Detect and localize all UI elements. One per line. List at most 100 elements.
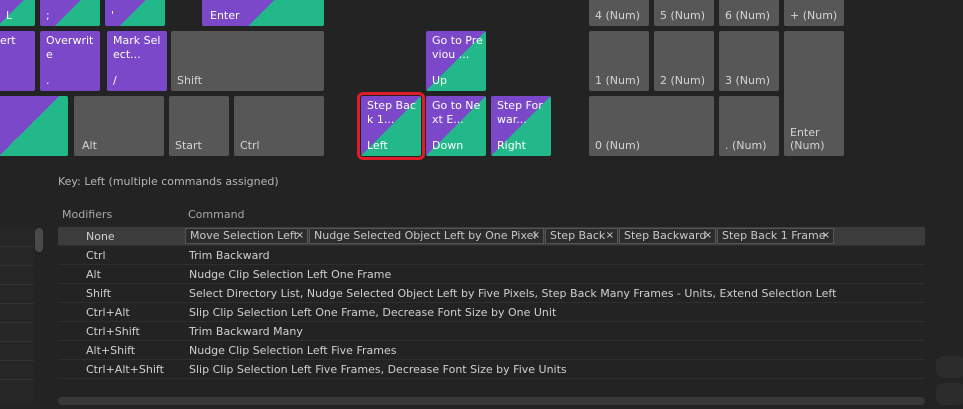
table-row[interactable]: Ctrl+Alt+Shift Slip Clip Selection Left F…	[58, 360, 925, 379]
horizontal-scrollbar[interactable]	[58, 397, 925, 405]
key-command: Step Forwar...	[497, 99, 543, 126]
key-start[interactable]: Start	[169, 96, 229, 156]
key-label: Shift	[177, 74, 203, 87]
command-chip[interactable]: Move Selection Left ×	[185, 228, 308, 244]
table-row[interactable]: Alt+Shift Nudge Clip Selection Left Five …	[58, 341, 925, 360]
modifier-cell: Alt+Shift	[86, 344, 136, 357]
key-label: L	[6, 9, 13, 22]
modifier-cell: Ctrl+Alt	[86, 306, 130, 319]
command-cell: Slip Clip Selection Left Five Frames, De…	[189, 363, 567, 376]
chip-label: Move Selection Left	[190, 229, 298, 242]
key-label: Left	[367, 139, 388, 152]
modifier-cell: Alt	[86, 268, 101, 281]
key-command: Overwrite	[46, 34, 94, 61]
key-command: Go to Previou ...	[432, 34, 483, 61]
key-semicolon[interactable]: ;	[40, 0, 100, 26]
key-label: '	[111, 9, 115, 22]
command-chip[interactable]: Step Backward ×	[619, 228, 716, 244]
chip-label: Step Back 1 Frame	[722, 229, 826, 242]
modifier-cell: Ctrl+Alt+Shift	[86, 363, 164, 376]
key-label: .	[46, 74, 50, 87]
key-alt[interactable]: Alt	[74, 96, 164, 156]
key-label: 4 (Num)	[595, 9, 640, 22]
key-info-label: Key: Left (multiple commands assigned)	[58, 175, 279, 188]
key-up[interactable]: Go to Previou ... Up	[426, 31, 486, 91]
key-m-partial[interactable]: ert	[0, 31, 35, 91]
side-button[interactable]	[936, 383, 963, 405]
key-command: ert	[0, 34, 16, 47]
command-chip[interactable]: Step Back 1 Frame ×	[717, 228, 834, 244]
side-button[interactable]	[936, 356, 963, 378]
modifier-cell: Shift	[86, 287, 112, 300]
key-num4[interactable]: 4 (Num)	[589, 0, 649, 26]
key-numplus[interactable]: + (Num)	[784, 0, 844, 26]
key-label: 3 (Num)	[725, 74, 770, 87]
key-enter[interactable]: Enter	[202, 0, 324, 26]
key-label: + (Num)	[790, 9, 838, 22]
command-cell: Slip Clip Selection Left One Frame, Decr…	[189, 306, 557, 319]
remove-chip-icon[interactable]: ×	[296, 229, 304, 243]
key-num6[interactable]: 6 (Num)	[719, 0, 779, 26]
modifier-cell: Ctrl+Shift	[86, 325, 140, 338]
remove-chip-icon[interactable]: ×	[704, 229, 712, 243]
command-cell: Trim Backward	[189, 249, 270, 262]
remove-chip-icon[interactable]: ×	[532, 229, 540, 243]
key-right[interactable]: Step Forwar... Right	[491, 96, 551, 156]
key-label: Up	[432, 74, 448, 87]
key-numdot[interactable]: . (Num)	[719, 96, 779, 156]
key-label: 0 (Num)	[595, 139, 640, 152]
remove-chip-icon[interactable]: ×	[822, 229, 830, 243]
command-chip[interactable]: Step Back ×	[545, 228, 618, 244]
key-num5[interactable]: 5 (Num)	[654, 0, 714, 26]
key-left[interactable]: Step Back 1... Left	[357, 92, 425, 160]
header-modifiers[interactable]: Modifiers	[62, 208, 112, 221]
table-row[interactable]: Alt Nudge Clip Selection Left One Frame	[58, 265, 925, 284]
key-label: Ctrl	[240, 139, 260, 152]
command-chip[interactable]: Nudge Selected Object Left by One Pixel ×	[309, 228, 544, 244]
key-label: ;	[46, 9, 50, 22]
key-label: 5 (Num)	[660, 9, 705, 22]
table-row[interactable]: Ctrl+Shift Trim Backward Many	[58, 322, 925, 341]
modifier-cell: None	[86, 230, 115, 243]
command-cell: Nudge Clip Selection Left One Frame	[189, 268, 392, 281]
key-label: 1 (Num)	[595, 74, 640, 87]
key-comma[interactable]: Overwrite.	[40, 31, 100, 91]
key-num2[interactable]: 2 (Num)	[654, 31, 714, 91]
key-numenter[interactable]: Enter (Num)	[784, 31, 844, 156]
command-cell: Trim Backward Many	[189, 325, 303, 338]
table-row[interactable]: Ctrl+Alt Slip Clip Selection Left One Fra…	[58, 303, 925, 322]
table-row[interactable]: Shift Select Directory List, Nudge Select…	[58, 284, 925, 303]
key-command: Mark Select...	[113, 34, 161, 61]
key-label: Alt	[82, 139, 97, 152]
key-shift-right[interactable]: Shift	[171, 31, 324, 91]
remove-chip-icon[interactable]: ×	[606, 229, 614, 243]
key-apostrophe[interactable]: '	[105, 0, 165, 26]
table-row[interactable]: Ctrl Trim Backward	[58, 246, 925, 265]
key-label: Start	[175, 139, 202, 152]
key-label: Right	[497, 139, 526, 152]
key-num1[interactable]: 1 (Num)	[589, 31, 649, 91]
vertical-scrollbar[interactable]	[35, 228, 43, 252]
key-label: 6 (Num)	[725, 9, 770, 22]
key-command: Step Back 1...	[367, 99, 416, 126]
key-label: 2 (Num)	[660, 74, 705, 87]
key-label: /	[113, 74, 117, 87]
chip-label: Step Back	[550, 229, 606, 242]
modifier-cell: Ctrl	[86, 249, 106, 262]
command-cell: Nudge Clip Selection Left Five Frames	[189, 344, 397, 357]
chip-label: Step Backward	[624, 229, 707, 242]
table-row[interactable]: None Move Selection Left × Nudge Selected…	[58, 227, 925, 246]
header-command[interactable]: Command	[188, 208, 245, 221]
key-num0[interactable]: 0 (Num)	[589, 96, 714, 156]
key-ctrl[interactable]: Ctrl	[234, 96, 324, 156]
command-cell: Select Directory List, Nudge Selected Ob…	[189, 287, 837, 300]
key-space-partial[interactable]	[0, 96, 68, 156]
key-num3[interactable]: 3 (Num)	[719, 31, 779, 91]
key-down[interactable]: Go to Next E... Down	[426, 96, 486, 156]
key-l[interactable]: L	[0, 0, 35, 26]
key-slash[interactable]: Mark Select... /	[107, 31, 167, 91]
key-label: . (Num)	[725, 139, 767, 152]
key-label: Down	[432, 139, 464, 152]
key-label: Enter (Num)	[790, 126, 825, 152]
left-side-panel	[0, 227, 34, 404]
